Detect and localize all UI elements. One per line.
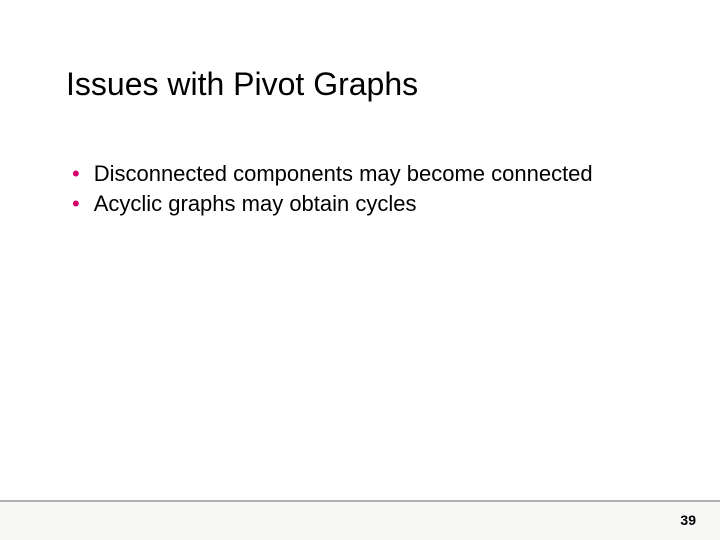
footer-strip [0,502,720,540]
bullet-icon: • [72,160,80,188]
bullet-text: Acyclic graphs may obtain cycles [94,190,660,218]
list-item: • Disconnected components may become con… [72,160,660,188]
list-item: • Acyclic graphs may obtain cycles [72,190,660,218]
slide: Issues with Pivot Graphs • Disconnected … [0,0,720,540]
slide-body: • Disconnected components may become con… [72,160,660,219]
page-number: 39 [680,512,696,528]
footer-divider [0,500,720,502]
slide-title: Issues with Pivot Graphs [66,66,418,103]
bullet-text: Disconnected components may become conne… [94,160,660,188]
bullet-icon: • [72,190,80,218]
